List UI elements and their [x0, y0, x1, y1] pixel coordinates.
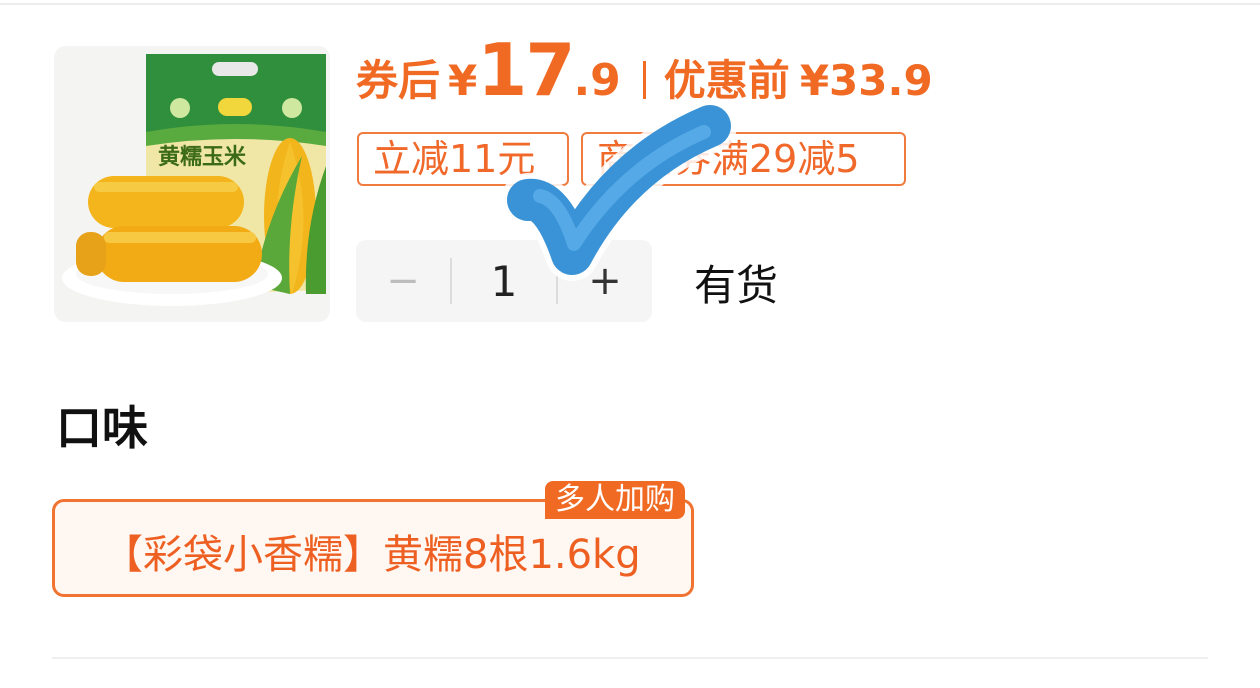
price-row: 券后 ¥ 17 .9 优惠前 ¥33.9 [356, 34, 933, 114]
checkmark-icon [501, 104, 737, 281]
popular-badge: 多人加购 [545, 481, 685, 519]
coupon-price-label: 券后 [356, 56, 441, 105]
flavor-section-title: 口味 [56, 401, 148, 455]
coupon-price-decimal: .9 [573, 55, 621, 106]
coupon-price-integer: 17 [477, 28, 575, 112]
flavor-option-label: 【彩袋小香糯】黄糯8根1.6kg [103, 532, 641, 578]
bottom-divider [52, 657, 1208, 659]
quantity-minus-button[interactable]: − [356, 258, 450, 304]
currency-symbol: ¥ [448, 56, 478, 105]
original-price-label: 优惠前 [663, 56, 790, 105]
original-price: ¥33.9 [799, 56, 933, 105]
price-separator [642, 61, 646, 99]
package-text: 黄糯玉米 [158, 145, 247, 170]
top-divider [0, 3, 1260, 5]
product-image[interactable]: 黄糯玉米 [54, 46, 330, 322]
corn-package-illustration: 黄糯玉米 [54, 46, 330, 322]
